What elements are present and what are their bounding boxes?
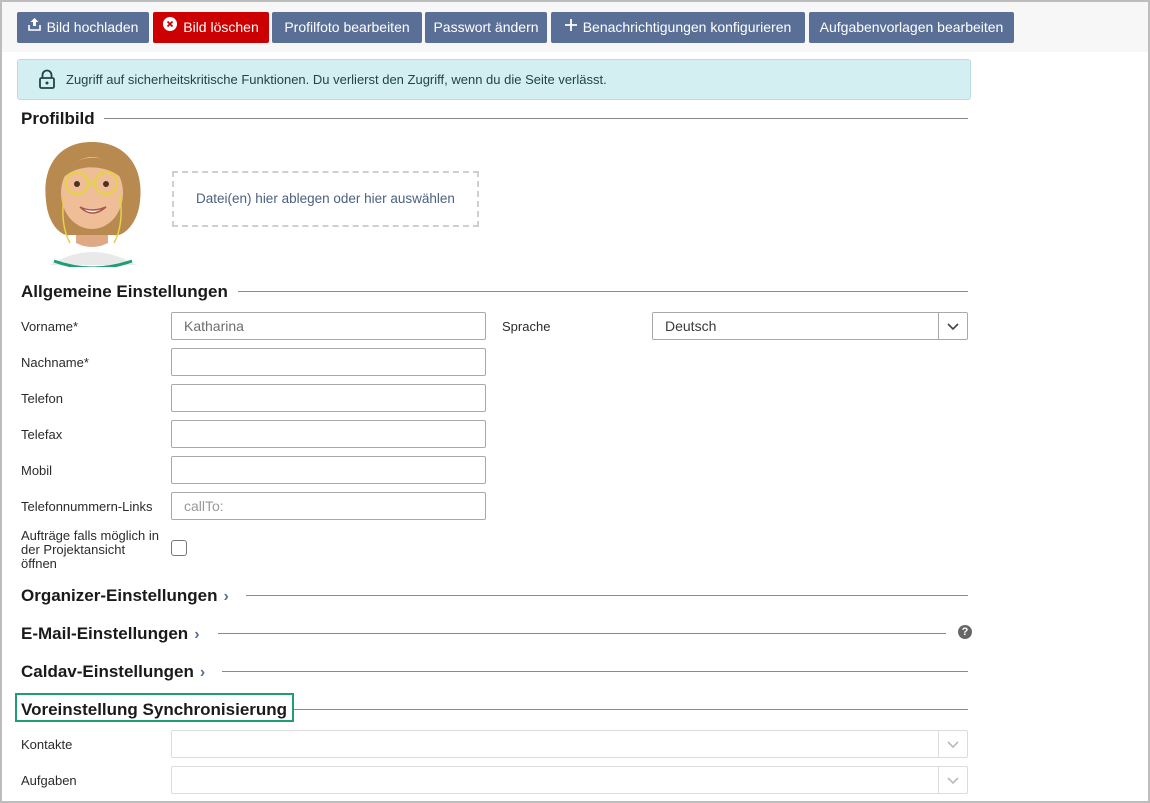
organizer-settings-toggle[interactable]: Organizer-Einstellungen › — [21, 586, 229, 606]
chevron-right-icon: › — [199, 664, 206, 681]
general-settings-heading: Allgemeine Einstellungen — [21, 282, 228, 301]
project-view-label-line: öffnen — [21, 556, 57, 571]
phone-links-label: Telefonnummern-Links — [21, 499, 153, 514]
configure-notifications-label: Benachrichtigungen konfigurieren — [582, 19, 792, 35]
divider — [246, 595, 968, 596]
tasks-select[interactable] — [171, 766, 968, 794]
divider — [294, 709, 968, 710]
change-password-button[interactable]: Passwort ändern — [425, 12, 547, 43]
lock-icon — [38, 69, 56, 92]
mobile-label: Mobil — [21, 463, 53, 478]
edit-task-templates-button[interactable]: Aufgabenvorlagen bearbeiten — [809, 12, 1014, 43]
firstname-input[interactable]: Katharina — [171, 312, 486, 340]
configure-notifications-button[interactable]: Benachrichtigungen konfigurieren — [551, 12, 805, 43]
organizer-settings-heading: Organizer-Einstellungen — [21, 586, 218, 605]
divider — [222, 671, 968, 672]
upload-image-label: Bild hochladen — [46, 19, 139, 35]
caldav-settings-toggle[interactable]: Caldav-Einstellungen › — [21, 662, 205, 682]
alert-text: Zugriff auf sicherheitskritische Funktio… — [66, 72, 607, 87]
chevron-right-icon: › — [223, 588, 229, 605]
delete-image-button[interactable]: Bild löschen — [153, 12, 269, 43]
plus-icon — [564, 11, 577, 42]
contacts-label: Kontakte — [21, 737, 73, 752]
lastname-input[interactable] — [171, 348, 486, 376]
caldav-settings-heading: Caldav-Einstellungen — [21, 662, 194, 681]
avatar — [40, 139, 145, 270]
file-dropzone[interactable]: Datei(en) hier ablegen oder hier auswähl… — [172, 171, 479, 227]
focus-highlight — [15, 693, 294, 722]
contacts-select[interactable] — [171, 730, 968, 758]
phone-input[interactable] — [171, 384, 486, 412]
close-circle-icon — [163, 11, 178, 42]
help-icon[interactable]: ? — [958, 625, 972, 639]
edit-profile-photo-button[interactable]: Profilfoto bearbeiten — [272, 12, 422, 43]
edit-profile-photo-label: Profilfoto bearbeiten — [284, 19, 410, 35]
chevron-right-icon: › — [194, 626, 200, 643]
profile-picture-heading: Profilbild — [21, 109, 95, 128]
chevron-down-icon[interactable] — [938, 767, 967, 793]
language-label: Sprache — [502, 319, 551, 334]
toolbar: Bild hochladen Bild löschen Profilfoto b… — [2, 2, 1148, 52]
tasks-label: Aufgaben — [21, 773, 77, 788]
chevron-down-icon[interactable] — [938, 313, 967, 339]
upload-icon — [27, 11, 41, 42]
phone-links-input[interactable]: callTo: — [171, 492, 486, 520]
divider — [104, 118, 968, 119]
change-password-label: Passwort ändern — [433, 19, 539, 35]
chevron-down-icon[interactable] — [938, 731, 967, 757]
fax-input[interactable] — [171, 420, 486, 448]
divider — [218, 633, 946, 634]
project-view-label-line: der Projektansicht — [21, 542, 126, 557]
email-settings-toggle[interactable]: E-Mail-Einstellungen › — [21, 624, 200, 644]
project-view-checkbox[interactable] — [171, 540, 187, 556]
project-view-label: Aufträge falls möglich in der Projektans… — [21, 529, 171, 571]
edit-task-templates-label: Aufgabenvorlagen bearbeiten — [819, 19, 1004, 35]
divider — [238, 291, 968, 292]
project-view-label-line: Aufträge falls möglich in — [21, 528, 160, 543]
language-value: Deutsch — [665, 318, 717, 334]
phone-label: Telefon — [21, 391, 63, 406]
lastname-label: Nachname* — [21, 355, 89, 370]
mobile-input[interactable] — [171, 456, 486, 484]
fax-label: Telefax — [21, 427, 63, 442]
security-alert: Zugriff auf sicherheitskritische Funktio… — [17, 59, 971, 100]
email-settings-heading: E-Mail-Einstellungen — [21, 624, 189, 643]
language-select[interactable]: Deutsch — [652, 312, 968, 340]
upload-image-button[interactable]: Bild hochladen — [17, 12, 149, 43]
delete-image-label: Bild löschen — [183, 19, 259, 35]
firstname-label: Vorname* — [21, 319, 79, 334]
